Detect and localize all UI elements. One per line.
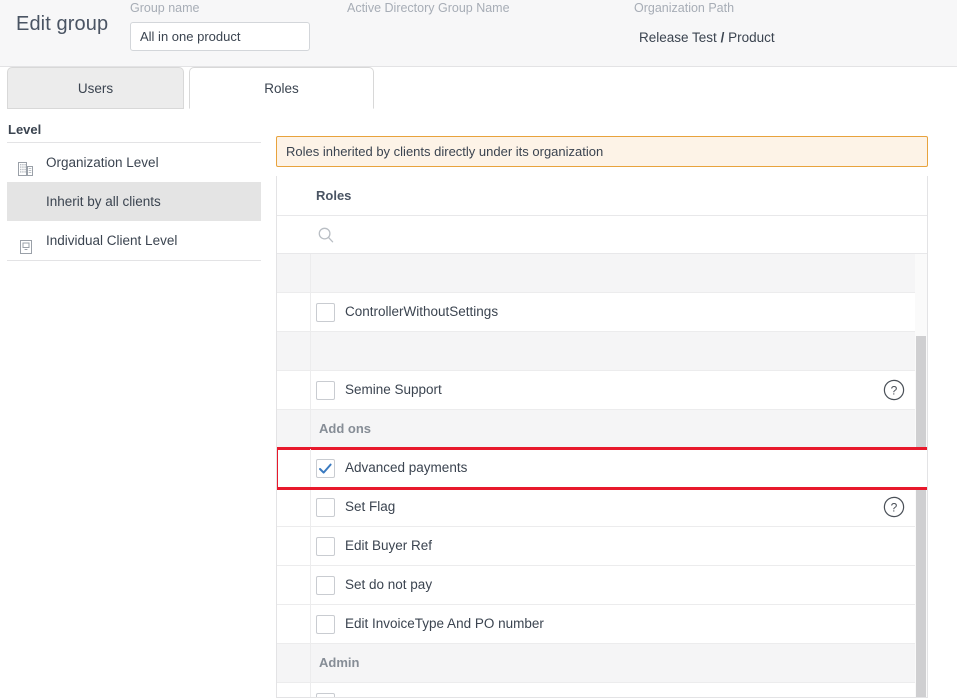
role-checkbox[interactable] [316,537,335,556]
column-header-roles: Roles [316,188,351,203]
row-gutter [277,605,311,643]
tab-roles[interactable]: Roles [189,67,374,109]
edit-group-screen: Edit group Group name Active Directory G… [0,0,957,698]
level-item-organization-level[interactable]: Organization Level [7,143,261,182]
role-label: Edit Buyer Ref [345,538,432,553]
level-divider-bottom [7,260,261,261]
inheritance-banner: Roles inherited by clients directly unde… [276,136,928,167]
role-row-advanced-payments[interactable]: Advanced payments [277,449,928,488]
page-title: Edit group [16,13,108,36]
level-heading: Level [8,122,41,137]
page-header: Edit group Group name Active Directory G… [0,0,957,67]
role-checkbox[interactable] [316,576,335,595]
role-checkbox[interactable] [316,381,335,400]
group-name-input[interactable] [130,22,310,51]
group-name-field-wrap: Group name [130,1,360,51]
row-gutter [277,410,311,448]
level-list: Organization Level Inherit by all client… [7,143,261,260]
org-path-suffix: Product [724,30,774,45]
row-gutter [277,254,311,292]
group-name-label: Group name [130,1,360,15]
role-checkbox[interactable] [316,303,335,322]
role-label: Edit InvoiceType And PO number [345,616,544,631]
roles-scrollbar-thumb[interactable] [916,336,926,698]
svg-text:?: ? [891,500,898,514]
level-item-label: Inherit by all clients [46,194,161,209]
role-label: Set Flag [345,499,395,514]
org-path-prefix: Release Test [639,30,721,45]
row-gutter [277,449,311,487]
svg-text:?: ? [891,383,898,397]
role-row-set-flag[interactable]: Set Flag ? [277,488,928,527]
roles-panel: Roles ControllerWithoutSe [276,176,928,698]
role-label: Semine Support [345,382,442,397]
role-row-partial[interactable] [277,683,928,698]
role-checkbox[interactable] [316,693,335,698]
role-row-edit-buyer-ref[interactable]: Edit Buyer Ref [277,527,928,566]
role-label: Set do not pay [345,577,432,592]
level-item-individual-client-level[interactable]: Individual Client Level [7,221,261,260]
row-gutter [277,371,311,409]
role-row-edit-invoicetype-and-po-number[interactable]: Edit InvoiceType And PO number [277,605,928,644]
role-row-set-do-not-pay[interactable]: Set do not pay [277,566,928,605]
ad-group-name-label: Active Directory Group Name [347,1,607,15]
roles-spacer-row [277,254,928,293]
roles-spacer-row [277,332,928,371]
search-icon [317,226,335,244]
row-gutter [277,683,311,698]
role-checkbox[interactable] [316,498,335,517]
tab-users[interactable]: Users [7,67,184,109]
row-gutter [277,488,311,526]
organization-path-value: Release Test / Product [639,30,934,45]
role-checkbox[interactable] [316,615,335,634]
roles-search-input[interactable] [339,224,879,246]
monitor-icon [17,232,35,250]
organization-path-field-wrap: Organization Path Release Test / Product [634,1,934,45]
roles-panel-header: Roles [277,176,928,216]
roles-list: ControllerWithoutSettings Semine Support… [277,254,928,698]
role-group-label: Admin [319,655,359,670]
role-group-header-admin: Admin [277,644,928,683]
level-item-label: Organization Level [46,155,159,170]
role-checkbox[interactable] [316,459,335,478]
role-group-label: Add ons [319,421,371,436]
role-label: Advanced payments [345,460,467,475]
help-icon[interactable]: ? [883,379,905,401]
role-group-header-add-ons: Add ons [277,410,928,449]
role-row-semine-support[interactable]: Semine Support ? [277,371,928,410]
help-icon[interactable]: ? [883,496,905,518]
building-icon [17,154,35,172]
row-gutter [277,644,311,682]
roles-search-row [277,216,928,254]
level-item-inherit-by-all-clients[interactable]: Inherit by all clients [7,182,261,221]
row-gutter [277,293,311,331]
ad-group-name-field-wrap: Active Directory Group Name [347,1,607,15]
row-gutter [277,527,311,565]
organization-path-label: Organization Path [634,1,934,15]
row-gutter [277,566,311,604]
level-item-label: Individual Client Level [46,233,177,248]
row-gutter [277,332,311,370]
role-row-controllerwithoutsettings[interactable]: ControllerWithoutSettings [277,293,928,332]
role-label: ControllerWithoutSettings [345,304,498,319]
